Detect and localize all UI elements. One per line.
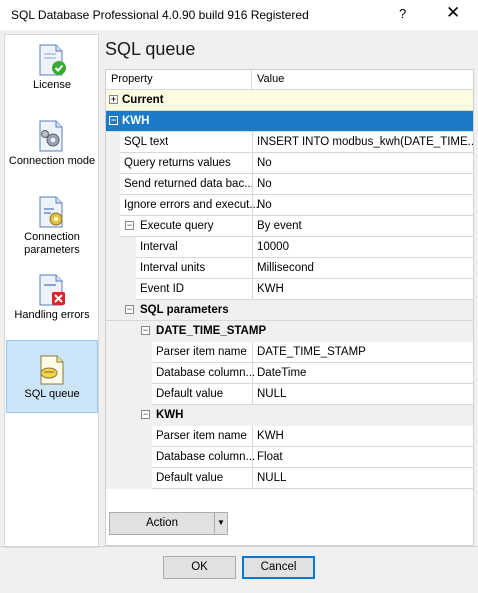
title-bar: SQL Database Professional 4.0.90 build 9… — [0, 0, 478, 31]
column-header-value: Value — [257, 73, 285, 85]
action-button-label[interactable]: Action — [110, 513, 214, 534]
property-value[interactable]: INSERT INTO modbus_kwh(DATE_TIME... — [252, 132, 473, 152]
property-label: Default value — [156, 388, 224, 400]
handling-errors-icon — [39, 274, 65, 306]
window-title: SQL Database Professional 4.0.90 build 9… — [11, 8, 309, 22]
property-row-ignore-errors[interactable]: Ignore errors and execut... No — [106, 195, 473, 216]
sidebar-item-label: License — [33, 79, 71, 91]
property-label: DATE_TIME_STAMP — [156, 325, 267, 337]
property-label: Interval units — [140, 262, 206, 274]
property-value[interactable]: By event — [252, 216, 473, 236]
property-label: SQL parameters — [140, 304, 229, 316]
expand-icon[interactable]: + — [109, 95, 118, 104]
collapse-icon[interactable]: − — [141, 326, 150, 335]
collapse-icon[interactable]: − — [125, 305, 134, 314]
property-value[interactable]: NULL — [252, 468, 473, 488]
collapse-icon[interactable]: − — [125, 221, 134, 230]
help-button[interactable]: ? — [399, 6, 406, 21]
page-title: SQL queue — [105, 39, 196, 59]
property-row-event-id[interactable]: Event ID KWH — [106, 279, 473, 300]
property-row-default-value[interactable]: Default value NULL — [106, 384, 473, 405]
property-value[interactable]: KWH — [252, 279, 473, 299]
property-row-send-returned-data[interactable]: Send returned data bac... No — [106, 174, 473, 195]
property-label: Interval — [140, 241, 178, 253]
license-icon — [39, 44, 66, 76]
property-row-database-column[interactable]: Database column... Float — [106, 447, 473, 468]
sidebar-item-handling-errors[interactable]: Handling errors — [6, 273, 98, 325]
category-label: Current — [122, 94, 164, 106]
property-value[interactable]: DATE_TIME_STAMP — [252, 342, 473, 362]
property-label: Default value — [156, 472, 224, 484]
sidebar-item-connection-mode[interactable]: Connection mode — [6, 119, 98, 179]
property-row-interval-units[interactable]: Interval units Millisecond — [106, 258, 473, 279]
property-row-query-returns-values[interactable]: Query returns values No — [106, 153, 473, 174]
property-label: Send returned data bac... — [124, 178, 254, 190]
property-row-parser-item-name[interactable]: Parser item name DATE_TIME_STAMP — [106, 342, 473, 363]
property-value[interactable]: DateTime — [252, 363, 473, 383]
property-value[interactable]: NULL — [252, 384, 473, 404]
property-group-sql-parameters[interactable]: − SQL parameters — [106, 300, 473, 321]
property-value[interactable]: No — [252, 174, 473, 194]
chevron-down-icon[interactable]: ▼ — [214, 513, 227, 534]
sidebar-item-label: SQL queue — [24, 388, 80, 400]
close-button[interactable]: ✕ — [446, 3, 460, 23]
property-group-param-kwh[interactable]: − KWH — [106, 405, 473, 426]
divider — [0, 546, 478, 547]
action-button[interactable]: Action ▼ — [109, 512, 228, 535]
property-value[interactable]: Millisecond — [252, 258, 473, 278]
connection-mode-icon — [39, 120, 63, 152]
property-value[interactable]: KWH — [252, 426, 473, 446]
property-group-param-date-time-stamp[interactable]: − DATE_TIME_STAMP — [106, 321, 473, 342]
connection-parameters-icon — [39, 196, 63, 228]
property-value[interactable]: Float — [252, 447, 473, 467]
property-label: Database column... — [156, 367, 256, 379]
property-label: Parser item name — [156, 430, 247, 442]
category-label: KWH — [122, 115, 150, 127]
sidebar: License Connection mode Connection param… — [4, 34, 99, 548]
cancel-button[interactable]: Cancel — [242, 556, 315, 579]
property-row-execute-query[interactable]: − Execute query By event — [106, 216, 473, 237]
category-current[interactable]: + Current — [106, 90, 473, 111]
collapse-icon[interactable]: − — [141, 410, 150, 419]
property-label: Ignore errors and execut... — [124, 199, 259, 211]
property-row-default-value[interactable]: Default value NULL — [106, 468, 473, 489]
dialog-body: License Connection mode Connection param… — [0, 31, 478, 593]
sidebar-item-sql-queue[interactable]: SQL queue — [6, 340, 98, 413]
sql-queue-icon — [40, 355, 64, 385]
property-label: Parser item name — [156, 346, 247, 358]
property-label: SQL text — [124, 136, 169, 148]
property-label: Database column... — [156, 451, 256, 463]
property-value[interactable]: No — [252, 195, 473, 215]
property-value[interactable]: 10000 — [252, 237, 473, 257]
category-kwh[interactable]: − KWH — [106, 111, 473, 132]
property-label: Execute query — [140, 220, 214, 232]
property-label: KWH — [156, 409, 184, 421]
column-header-property: Property — [111, 73, 153, 85]
property-value[interactable]: No — [252, 153, 473, 173]
sidebar-item-label: Connection mode — [8, 155, 96, 167]
ok-button[interactable]: OK — [163, 556, 236, 579]
property-row-sql-text[interactable]: SQL text INSERT INTO modbus_kwh(DATE_TIM… — [106, 132, 473, 153]
sidebar-item-connection-parameters[interactable]: Connection parameters — [6, 195, 98, 256]
property-row-interval[interactable]: Interval 10000 — [106, 237, 473, 258]
sidebar-item-license[interactable]: License — [6, 43, 98, 101]
property-row-database-column[interactable]: Database column... DateTime — [106, 363, 473, 384]
grid-header: Property Value — [106, 70, 473, 90]
sidebar-item-label: Connection parameters — [24, 231, 80, 256]
property-grid[interactable]: Property Value + Current − KWH SQL text … — [105, 69, 474, 546]
sidebar-item-label: Handling errors — [14, 309, 90, 321]
property-label: Event ID — [140, 283, 185, 295]
property-row-parser-item-name[interactable]: Parser item name KWH — [106, 426, 473, 447]
collapse-icon[interactable]: − — [109, 116, 118, 125]
property-label: Query returns values — [124, 157, 231, 169]
